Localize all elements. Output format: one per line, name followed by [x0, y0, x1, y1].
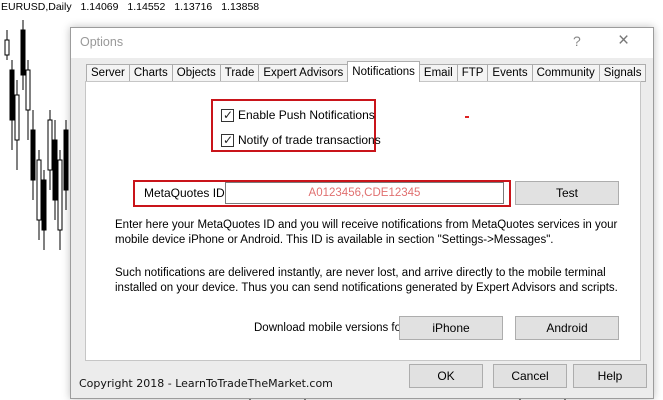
metaquotes-id-label: MetaQuotes ID: [144, 186, 225, 200]
title-bar: Options ? ×: [71, 28, 653, 58]
checkbox-box[interactable]: ✓: [221, 107, 234, 122]
candle-body: [9, 69, 15, 121]
notifications-panel: ✓ Enable Push Notifications ✓ Notify of …: [85, 81, 641, 361]
copyright-watermark: Copyright 2018 - LearnToTradeTheMarket.c…: [79, 377, 333, 390]
chart-header: EURUSD,Daily 1.14069 1.14552 1.13716 1.1…: [1, 1, 265, 13]
metaquotes-id-field[interactable]: [225, 182, 504, 204]
candle-body: [14, 94, 20, 141]
candle-body: [36, 159, 42, 221]
candle-body: [25, 69, 31, 111]
cancel-button[interactable]: Cancel: [493, 364, 567, 388]
candle-body: [30, 129, 36, 181]
tab-notifications[interactable]: Notifications: [347, 61, 420, 82]
tab-expert-advisors[interactable]: Expert Advisors: [258, 64, 348, 82]
quote-open: 1.14069: [80, 1, 119, 13]
info-text: Such notifications are delivered instant…: [115, 267, 618, 294]
instructions-text: Enter here your MetaQuotes ID and you wi…: [115, 219, 618, 246]
candle-body: [20, 29, 26, 76]
tab-objects[interactable]: Objects: [171, 64, 220, 82]
options-dialog: Options ? × Server Charts Objects Trade …: [70, 27, 654, 399]
help-icon[interactable]: ?: [573, 33, 581, 49]
candle-body: [47, 119, 53, 171]
checkmark-icon: ✓: [223, 107, 234, 122]
test-button[interactable]: Test: [515, 181, 619, 205]
android-button[interactable]: Android: [515, 316, 619, 340]
candle-body: [4, 39, 10, 56]
checkbox-box[interactable]: ✓: [221, 132, 234, 147]
tab-bar: Server Charts Objects Trade Expert Advis…: [86, 61, 647, 82]
checkmark-icon: ✓: [223, 132, 234, 147]
notify-trade-label: Notify of trade transactions: [238, 133, 381, 147]
red-mark: [465, 116, 469, 118]
quote-close: 1.13858: [221, 1, 260, 13]
tab-charts[interactable]: Charts: [128, 64, 172, 82]
tab-server[interactable]: Server: [86, 64, 129, 82]
tab-trade[interactable]: Trade: [219, 64, 259, 82]
quote-low: 1.13716: [174, 1, 213, 13]
tab-email[interactable]: Email: [419, 64, 457, 82]
tab-community[interactable]: Community: [531, 64, 599, 82]
tab-events[interactable]: Events: [487, 64, 532, 82]
candle-body: [52, 139, 58, 201]
close-icon[interactable]: ×: [618, 30, 629, 52]
tab-ftp[interactable]: FTP: [456, 64, 488, 82]
candle-body: [57, 159, 63, 231]
tab-signals[interactable]: Signals: [598, 64, 647, 82]
chart-symbol: EURUSD,Daily: [1, 1, 72, 13]
dialog-title: Options: [80, 35, 124, 49]
candle-body: [41, 179, 47, 231]
enable-push-checkbox[interactable]: ✓ Enable Push Notifications: [221, 108, 375, 122]
notify-trade-checkbox[interactable]: ✓ Notify of trade transactions: [221, 133, 381, 147]
enable-push-label: Enable Push Notifications: [238, 108, 375, 122]
iphone-button[interactable]: iPhone: [399, 316, 503, 340]
help-button[interactable]: Help: [573, 364, 647, 388]
ok-button[interactable]: OK: [409, 364, 483, 388]
candle-body: [63, 129, 69, 191]
download-label: Download mobile versions for:: [254, 322, 409, 334]
quote-high: 1.14552: [127, 1, 166, 13]
